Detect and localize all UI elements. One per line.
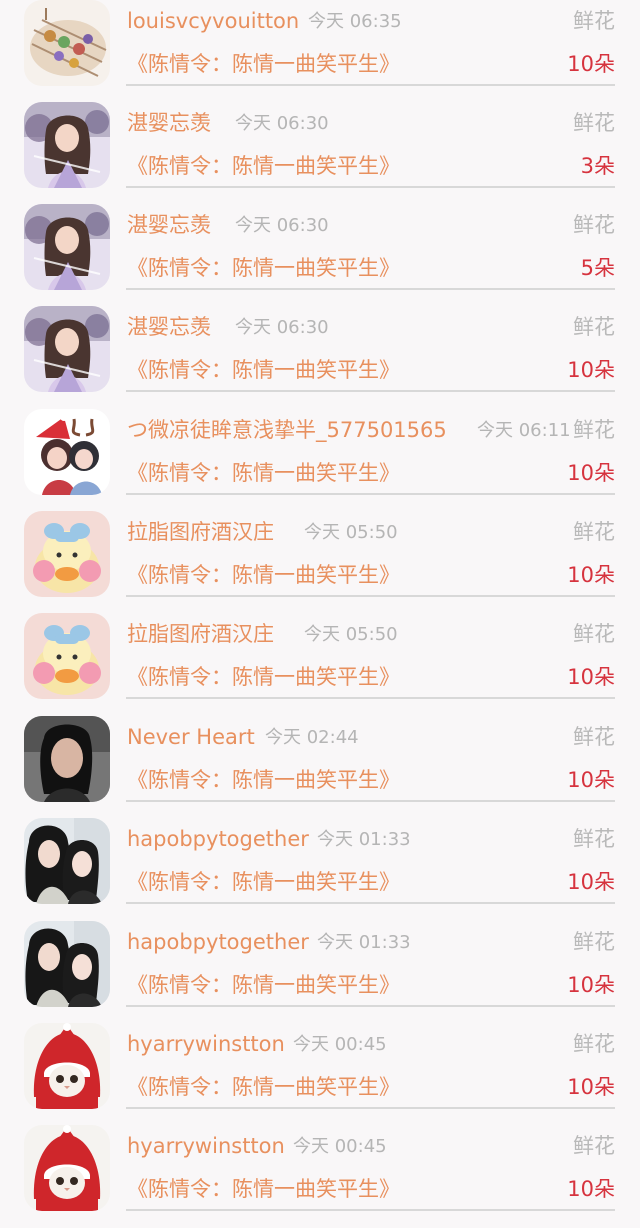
book-title[interactable]: 《陈情令：陈情一曲笑平生》 [127,356,400,384]
timestamp: 今天 01:33 [317,932,411,953]
row-divider [126,84,615,86]
flower-count: 10朵 [567,1177,615,1201]
timestamp: 今天 06:30 [235,317,329,338]
row-divider [126,1107,615,1109]
two-girls-photo-avatar[interactable] [24,921,110,1007]
book-title[interactable]: 《陈情令：陈情一曲笑平生》 [127,152,400,180]
row-divider [126,1005,615,1007]
row-divider [126,493,615,495]
timestamp: 今天 00:45 [293,1034,387,1055]
flower-count: 10朵 [567,1075,615,1099]
flower-count: 5朵 [580,256,615,280]
food-plate-avatar[interactable] [24,0,110,86]
book-title[interactable]: 《陈情令：陈情一曲笑平生》 [127,561,400,589]
timestamp: 今天 06:35 [308,11,402,32]
gift-type-label: 鲜花 [573,9,615,33]
flower-count: 10朵 [567,973,615,997]
gift-type-label: 鲜花 [573,213,615,237]
book-title[interactable]: 《陈情令：陈情一曲笑平生》 [127,254,400,282]
gift-type-label: 鲜花 [573,111,615,135]
row-divider [126,902,615,904]
gift-type-label: 鲜花 [573,315,615,339]
list-item[interactable]: つ微凉徒眸意浅挚半_577501565 今天 06:11 鲜花《陈情令：陈情一曲笑平… [0,409,640,512]
timestamp: 今天 06:30 [235,113,329,134]
flower-count: 10朵 [567,665,615,689]
book-title[interactable]: 《陈情令：陈情一曲笑平生》 [127,766,400,794]
timestamp: 今天 00:45 [293,1136,387,1157]
book-title[interactable]: 《陈情令：陈情一曲笑平生》 [127,663,400,691]
flower-count: 3朵 [580,154,615,178]
gift-type-label: 鲜花 [573,418,615,442]
book-title[interactable]: 《陈情令：陈情一曲笑平生》 [127,1175,400,1203]
user-name[interactable]: 拉脂图府酒汉庄 [127,621,274,647]
row-divider [126,595,615,597]
gift-type-label: 鲜花 [573,520,615,544]
row-divider [126,390,615,392]
anime-girl-avatar[interactable] [24,306,110,392]
christmas-anime-avatar[interactable] [24,409,110,495]
cat-red-hood-avatar[interactable] [24,1023,110,1109]
book-title[interactable]: 《陈情令：陈情一曲笑平生》 [127,971,400,999]
book-title[interactable]: 《陈情令：陈情一曲笑平生》 [127,459,400,487]
anime-girl-avatar[interactable] [24,204,110,290]
book-title[interactable]: 《陈情令：陈情一曲笑平生》 [127,868,400,896]
timestamp: 今天 01:33 [317,829,411,850]
list-item[interactable]: 湛婴忘羡 今天 06:30 鲜花《陈情令：陈情一曲笑平生》 5朵 [0,204,640,307]
user-name[interactable]: louisvcyvouitton [127,8,299,34]
woman-photo-avatar[interactable] [24,716,110,802]
gift-type-label: 鲜花 [573,1134,615,1158]
gift-type-label: 鲜花 [573,827,615,851]
user-name[interactable]: hyarrywinstton [127,1133,285,1159]
book-title[interactable]: 《陈情令：陈情一曲笑平生》 [127,1073,400,1101]
user-name[interactable]: 湛婴忘羡 [127,110,211,136]
list-item[interactable]: 拉脂图府酒汉庄 今天 05:50 鲜花《陈情令：陈情一曲笑平生》 10朵 [0,613,640,716]
list-item[interactable]: 湛婴忘羡 今天 06:30 鲜花《陈情令：陈情一曲笑平生》 3朵 [0,102,640,205]
list-item[interactable]: hyarrywinstton 今天 00:45 鲜花《陈情令：陈情一曲笑平生》 10朵 [0,1125,640,1228]
book-title[interactable]: 《陈情令：陈情一曲笑平生》 [127,50,400,78]
row-divider [126,697,615,699]
flower-count: 10朵 [567,870,615,894]
two-girls-photo-avatar[interactable] [24,818,110,904]
row-divider [126,288,615,290]
cat-red-hood-avatar[interactable] [24,1125,110,1211]
gift-type-label: 鲜花 [573,930,615,954]
timestamp: 今天 05:50 [304,624,398,645]
flower-count: 10朵 [567,768,615,792]
list-item[interactable]: louisvcyvouitton 今天 06:35 鲜花《陈情令：陈情一曲笑平生》 1… [0,0,640,103]
list-item[interactable]: hapobpytogether 今天 01:33 鲜花《陈情令：陈情一曲笑平生》 10… [0,818,640,921]
timestamp: 今天 06:11 [477,420,571,441]
user-name[interactable]: 湛婴忘羡 [127,314,211,340]
user-name[interactable]: つ微凉徒眸意浅挚半_577501565 [127,417,447,443]
list-item[interactable]: 拉脂图府酒汉庄 今天 05:50 鲜花《陈情令：陈情一曲笑平生》 10朵 [0,511,640,614]
gift-type-label: 鲜花 [573,622,615,646]
list-item[interactable]: hapobpytogether 今天 01:33 鲜花《陈情令：陈情一曲笑平生》 10… [0,921,640,1024]
timestamp: 今天 05:50 [304,522,398,543]
user-name[interactable]: hapobpytogether [127,929,309,955]
user-name[interactable]: 湛婴忘羡 [127,212,211,238]
user-name[interactable]: hapobpytogether [127,826,309,852]
user-name[interactable]: hyarrywinstton [127,1031,285,1057]
flower-count: 10朵 [567,563,615,587]
list-item[interactable]: 湛婴忘羡 今天 06:30 鲜花《陈情令：陈情一曲笑平生》 10朵 [0,306,640,409]
gift-type-label: 鲜花 [573,725,615,749]
flower-count: 10朵 [567,358,615,382]
row-divider [126,1209,615,1211]
user-name[interactable]: Never Heart [127,724,255,750]
flower-gift-list: louisvcyvouitton 今天 06:35 鲜花 《陈情令：陈情一曲笑平生》 1… [0,0,640,1212]
row-divider [126,800,615,802]
timestamp: 今天 02:44 [265,727,359,748]
row-divider [126,186,615,188]
yellow-duck-avatar[interactable] [24,613,110,699]
timestamp: 今天 06:30 [235,215,329,236]
list-item[interactable]: Never Heart 今天 02:44 鲜花《陈情令：陈情一曲笑平生》 10朵 [0,716,640,819]
flower-count: 10朵 [567,52,615,76]
anime-girl-avatar[interactable] [24,102,110,188]
list-item[interactable]: hyarrywinstton 今天 00:45 鲜花《陈情令：陈情一曲笑平生》 10朵 [0,1023,640,1126]
yellow-duck-avatar[interactable] [24,511,110,597]
flower-count: 10朵 [567,461,615,485]
gift-type-label: 鲜花 [573,1032,615,1056]
user-name[interactable]: 拉脂图府酒汉庄 [127,519,274,545]
